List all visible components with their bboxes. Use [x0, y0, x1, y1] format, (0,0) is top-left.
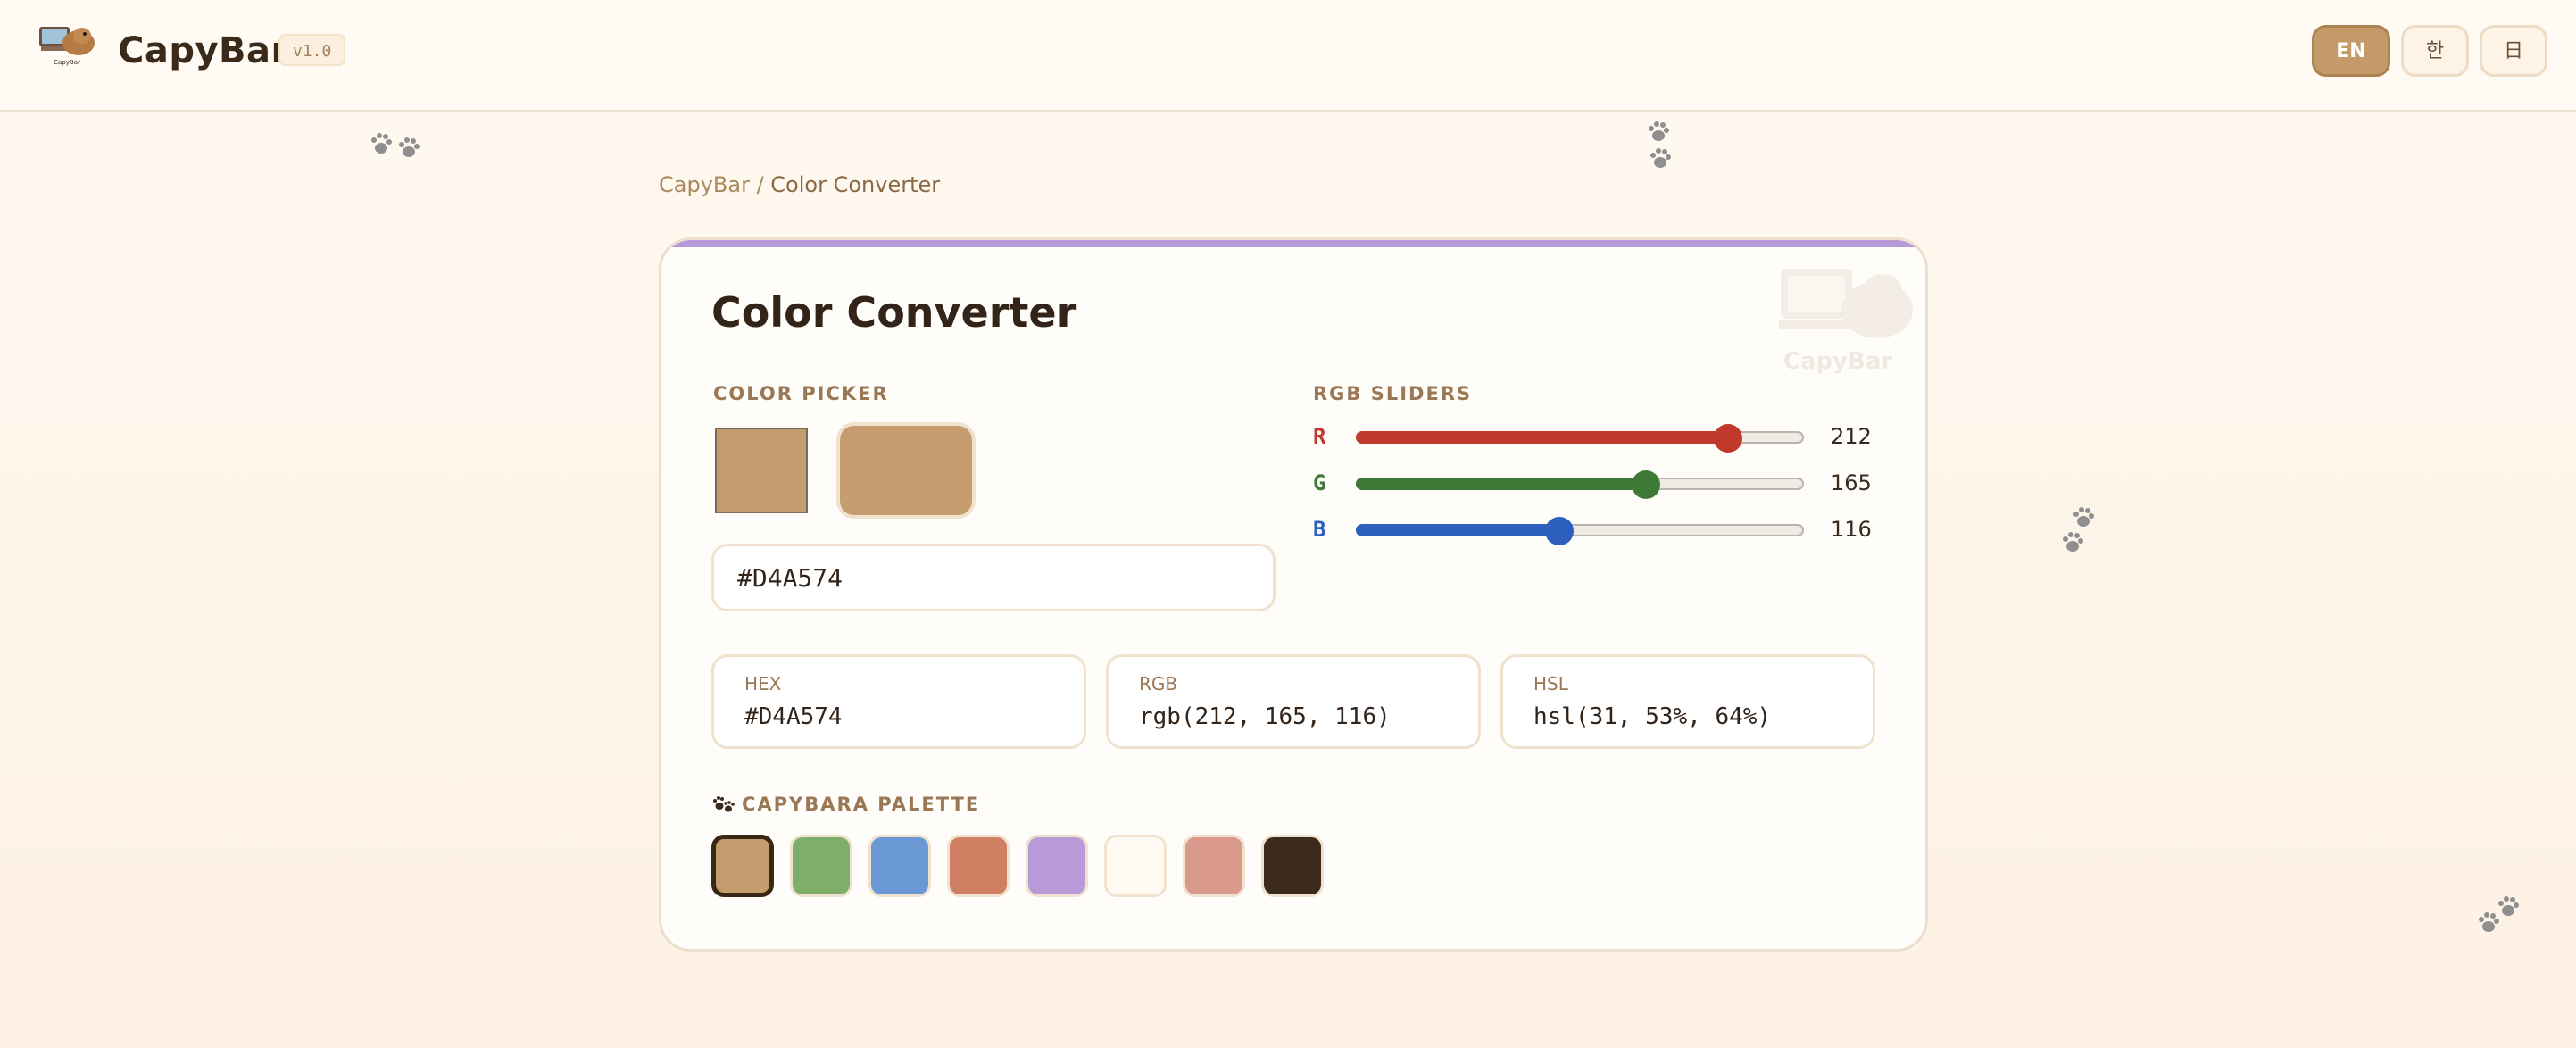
slider-thumb-blue[interactable]: [1545, 517, 1575, 545]
hex-value-text: #D4A574: [744, 703, 843, 730]
slider-fill-red: [1356, 431, 1729, 444]
slider-fill-blue: [1356, 524, 1560, 536]
rgb-value-text: rgb(212, 165, 116): [1139, 703, 1391, 730]
slider-value-blue: 116: [1831, 517, 1872, 542]
svg-text:CapyBar: CapyBar: [54, 59, 80, 66]
palette-swatch[interactable]: [1026, 835, 1088, 897]
palette-swatch[interactable]: [790, 835, 852, 897]
rgb-sliders-label: RGB SLIDERS: [1313, 383, 1473, 404]
breadcrumb: CapyBar / Color Converter: [659, 172, 940, 197]
palette-swatch[interactable]: [1261, 835, 1324, 897]
paw-print-icon: [1649, 121, 1671, 168]
hsl-value-label: HSL: [1533, 673, 1568, 695]
hsl-value-text: hsl(31, 53%, 64%): [1533, 703, 1772, 730]
palette-swatch[interactable]: [711, 835, 774, 897]
color-converter-card: CapyBar Color Converter COLOR PICKER RGB…: [659, 237, 1928, 952]
language-button-ko[interactable]: 한: [2401, 25, 2469, 77]
slider-fill-green: [1356, 478, 1646, 490]
paw-print-icon: [713, 796, 735, 812]
hex-input[interactable]: [711, 544, 1276, 611]
slider-value-red: 212: [1831, 424, 1872, 449]
slider-letter: B: [1313, 517, 1326, 542]
rgb-value-label: RGB: [1139, 673, 1178, 695]
language-button-en[interactable]: EN: [2312, 25, 2390, 77]
brand-name: CapyBar: [118, 30, 289, 71]
slider-value-green: 165: [1831, 470, 1872, 495]
palette-label: CAPYBARA PALETTE: [742, 794, 981, 815]
paw-print-icon: [2063, 507, 2094, 552]
hsl-value-box[interactable]: HSL hsl(31, 53%, 64%): [1500, 654, 1875, 749]
slider-thumb-green[interactable]: [1631, 470, 1660, 499]
color-preview-swatch: [836, 422, 976, 519]
top-header: CapyBar CapyBar v1.0 EN 한 日: [0, 0, 2576, 112]
paw-print-icon: [2479, 896, 2519, 932]
breadcrumb-separator: /: [749, 172, 771, 197]
palette-swatch[interactable]: [1183, 835, 1245, 897]
page-title: Color Converter: [711, 288, 1077, 337]
language-button-ja[interactable]: 日: [2480, 25, 2547, 77]
mascot-label: CapyBar: [1783, 348, 1893, 375]
hex-value-box[interactable]: HEX #D4A574: [711, 654, 1086, 749]
version-badge: v1.0: [278, 34, 346, 66]
palette-swatch[interactable]: [947, 835, 1010, 897]
breadcrumb-current: Color Converter: [770, 172, 941, 197]
palette-swatch[interactable]: [1104, 835, 1167, 897]
slider-row-blue: B 116: [1313, 513, 1884, 549]
breadcrumb-home-link[interactable]: CapyBar: [659, 172, 750, 197]
slider-thumb-red[interactable]: [1714, 424, 1743, 453]
slider-row-green: G 165: [1313, 467, 1884, 503]
capybara-watermark-icon: CapyBar: [1779, 269, 1913, 375]
palette-swatch[interactable]: [868, 835, 931, 897]
native-color-picker[interactable]: [715, 428, 808, 513]
slider-row-red: R 212: [1313, 420, 1884, 456]
slider-letter: G: [1313, 470, 1326, 495]
hex-value-label: HEX: [744, 673, 782, 695]
slider-letter: R: [1313, 424, 1326, 449]
paw-print-icon: [371, 133, 420, 157]
rgb-value-box[interactable]: RGB rgb(212, 165, 116): [1106, 654, 1481, 749]
card-accent-bar: [661, 240, 1925, 247]
color-picker-label: COLOR PICKER: [713, 383, 889, 404]
capybara-logo-icon[interactable]: CapyBar: [37, 21, 100, 71]
